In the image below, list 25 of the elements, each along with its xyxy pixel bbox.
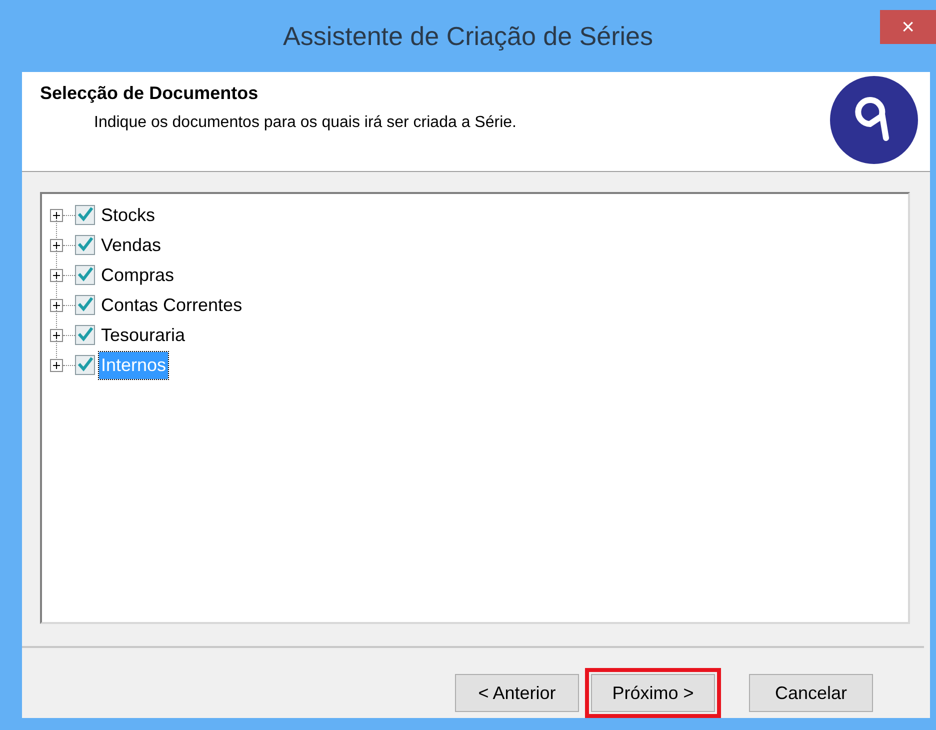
logo-icon [830,76,918,164]
tree-item[interactable]: Tesouraria [99,322,188,348]
expand-icon[interactable] [50,268,63,282]
close-button[interactable]: × [880,10,936,44]
expand-icon[interactable] [50,328,63,342]
wizard-button[interactable]: < Anterior [455,674,579,712]
wizard-button[interactable]: Cancelar [749,674,873,712]
tree-item[interactable]: Vendas [99,232,164,258]
checkbox[interactable] [75,265,95,285]
checkbox[interactable] [75,355,95,375]
checkbox[interactable] [75,235,95,255]
expand-icon[interactable] [50,208,63,222]
window-title: Assistente de Criação de Séries [283,20,654,52]
header-subtitle: Indique os documentos para os quais irá ser criada a Série. [93,113,518,133]
checkbox[interactable] [75,205,95,225]
header-title: Selecção de Documentos [40,82,260,105]
expand-icon[interactable] [50,238,63,252]
checkbox[interactable] [75,295,95,315]
tree-item[interactable]: Compras [99,262,176,288]
expand-icon[interactable] [50,358,63,372]
tree-item[interactable]: Contas Correntes [99,292,244,318]
wizard-button[interactable]: Próximo > [591,674,715,712]
checkbox[interactable] [75,325,95,345]
tree-item[interactable]: Stocks [99,202,158,228]
expand-icon[interactable] [50,298,63,312]
